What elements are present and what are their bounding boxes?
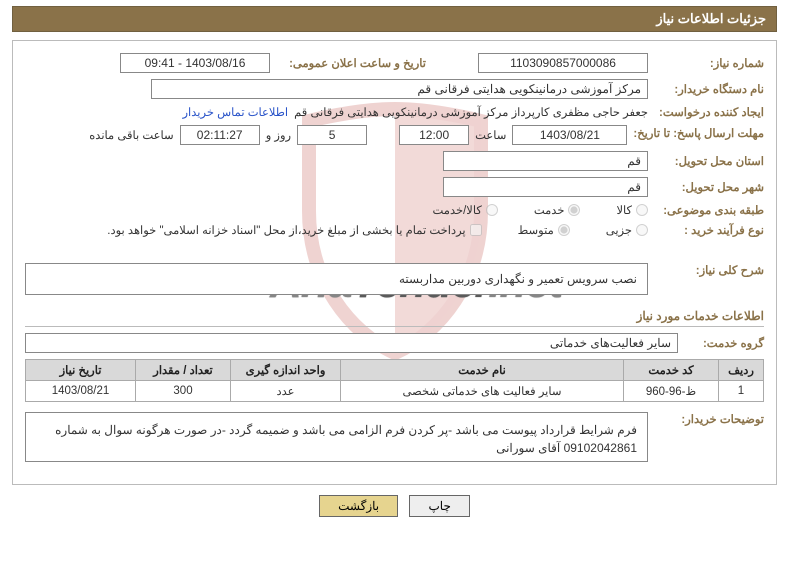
table-row: 1 ظ-96-960 سایر فعالیت های خدماتی شخصی ع…	[26, 381, 764, 402]
service-group-label: گروه خدمت:	[684, 336, 764, 350]
process-type-label: نوع فرآیند خرید :	[654, 223, 764, 237]
category-kalakhadmat-label: کالا/خدمت	[433, 203, 482, 217]
back-button[interactable]: بازگشت	[319, 495, 398, 517]
requester-value: جعفر حاجی مظفری کارپرداز مرکز آموزشی درم…	[294, 105, 648, 119]
announce-date-value: 1403/08/16 - 09:41	[120, 53, 270, 73]
page-title: جزئیات اطلاعات نیاز	[12, 6, 777, 32]
deadline-hour-label: ساعت	[475, 128, 506, 142]
col-name: نام خدمت	[341, 360, 624, 381]
cell-name: سایر فعالیت های خدماتی شخصی	[341, 381, 624, 402]
buyer-org-label: نام دستگاه خریدار:	[654, 82, 764, 96]
category-label: طبقه بندی موضوعی:	[654, 203, 764, 217]
cell-code: ظ-96-960	[624, 381, 719, 402]
deadline-days: 5	[297, 125, 367, 145]
buyer-note-label: توضیحات خریدار:	[654, 412, 764, 426]
category-khadmat-radio[interactable]	[568, 204, 580, 216]
need-number-label: شماره نیاز:	[654, 56, 764, 70]
announce-date-label: تاریخ و ساعت اعلان عمومی:	[276, 56, 426, 70]
process-motavaset-radio[interactable]	[558, 224, 570, 236]
col-qty: تعداد / مقدار	[136, 360, 231, 381]
deadline-label: مهلت ارسال پاسخ: تا تاریخ:	[633, 128, 764, 142]
need-number-value: 1103090857000086	[478, 53, 648, 73]
buyer-contact-link[interactable]: اطلاعات تماس خریدار	[183, 105, 289, 119]
services-section-title: اطلاعات خدمات مورد نیاز	[25, 309, 764, 327]
need-desc-value: نصب سرویس تعمیر و نگهداری دوربین مداربست…	[25, 263, 648, 295]
cell-needdate: 1403/08/21	[26, 381, 136, 402]
cell-row: 1	[719, 381, 764, 402]
category-khadmat-label: خدمت	[534, 203, 565, 217]
col-unit: واحد اندازه گیری	[231, 360, 341, 381]
need-desc-label: شرح کلی نیاز:	[654, 263, 764, 277]
details-fieldset: شماره نیاز: 1103090857000086 تاریخ و ساع…	[12, 40, 777, 485]
cell-qty: 300	[136, 381, 231, 402]
deadline-days-label: روز و	[266, 128, 291, 142]
col-code: کد خدمت	[624, 360, 719, 381]
cell-unit: عدد	[231, 381, 341, 402]
treasury-checkbox[interactable]	[470, 224, 482, 236]
deadline-date: 1403/08/21	[512, 125, 627, 145]
col-row: ردیف	[719, 360, 764, 381]
requester-label: ایجاد کننده درخواست:	[654, 105, 764, 119]
print-button[interactable]: چاپ	[409, 495, 469, 517]
col-needdate: تاریخ نیاز	[26, 360, 136, 381]
deadline-hour: 12:00	[399, 125, 469, 145]
treasury-note: پرداخت تمام یا بخشی از مبلغ خرید،از محل …	[107, 223, 465, 237]
buyer-note-value: فرم شرایط قرارداد پیوست می باشد -پر کردن…	[25, 412, 648, 462]
deadline-remain-label: ساعت باقی مانده	[89, 128, 173, 142]
process-jozi-radio[interactable]	[636, 224, 648, 236]
province-label: استان محل تحویل:	[654, 154, 764, 168]
province-value: قم	[443, 151, 648, 171]
services-table: ردیف کد خدمت نام خدمت واحد اندازه گیری ت…	[25, 359, 764, 402]
category-kalakhadmat-radio[interactable]	[486, 204, 498, 216]
category-kala-label: کالا	[616, 203, 632, 217]
buyer-org-value: مرکز آموزشی درمانینکویی هدایتی فرقانی قم	[151, 79, 648, 99]
deadline-remain: 02:11:27	[180, 125, 260, 145]
category-kala-radio[interactable]	[636, 204, 648, 216]
city-value: قم	[443, 177, 648, 197]
service-group-value: سایر فعالیت‌های خدماتی	[25, 333, 678, 353]
process-motavaset-label: متوسط	[518, 223, 554, 237]
city-label: شهر محل تحویل:	[654, 180, 764, 194]
process-jozi-label: جزیی	[606, 223, 632, 237]
